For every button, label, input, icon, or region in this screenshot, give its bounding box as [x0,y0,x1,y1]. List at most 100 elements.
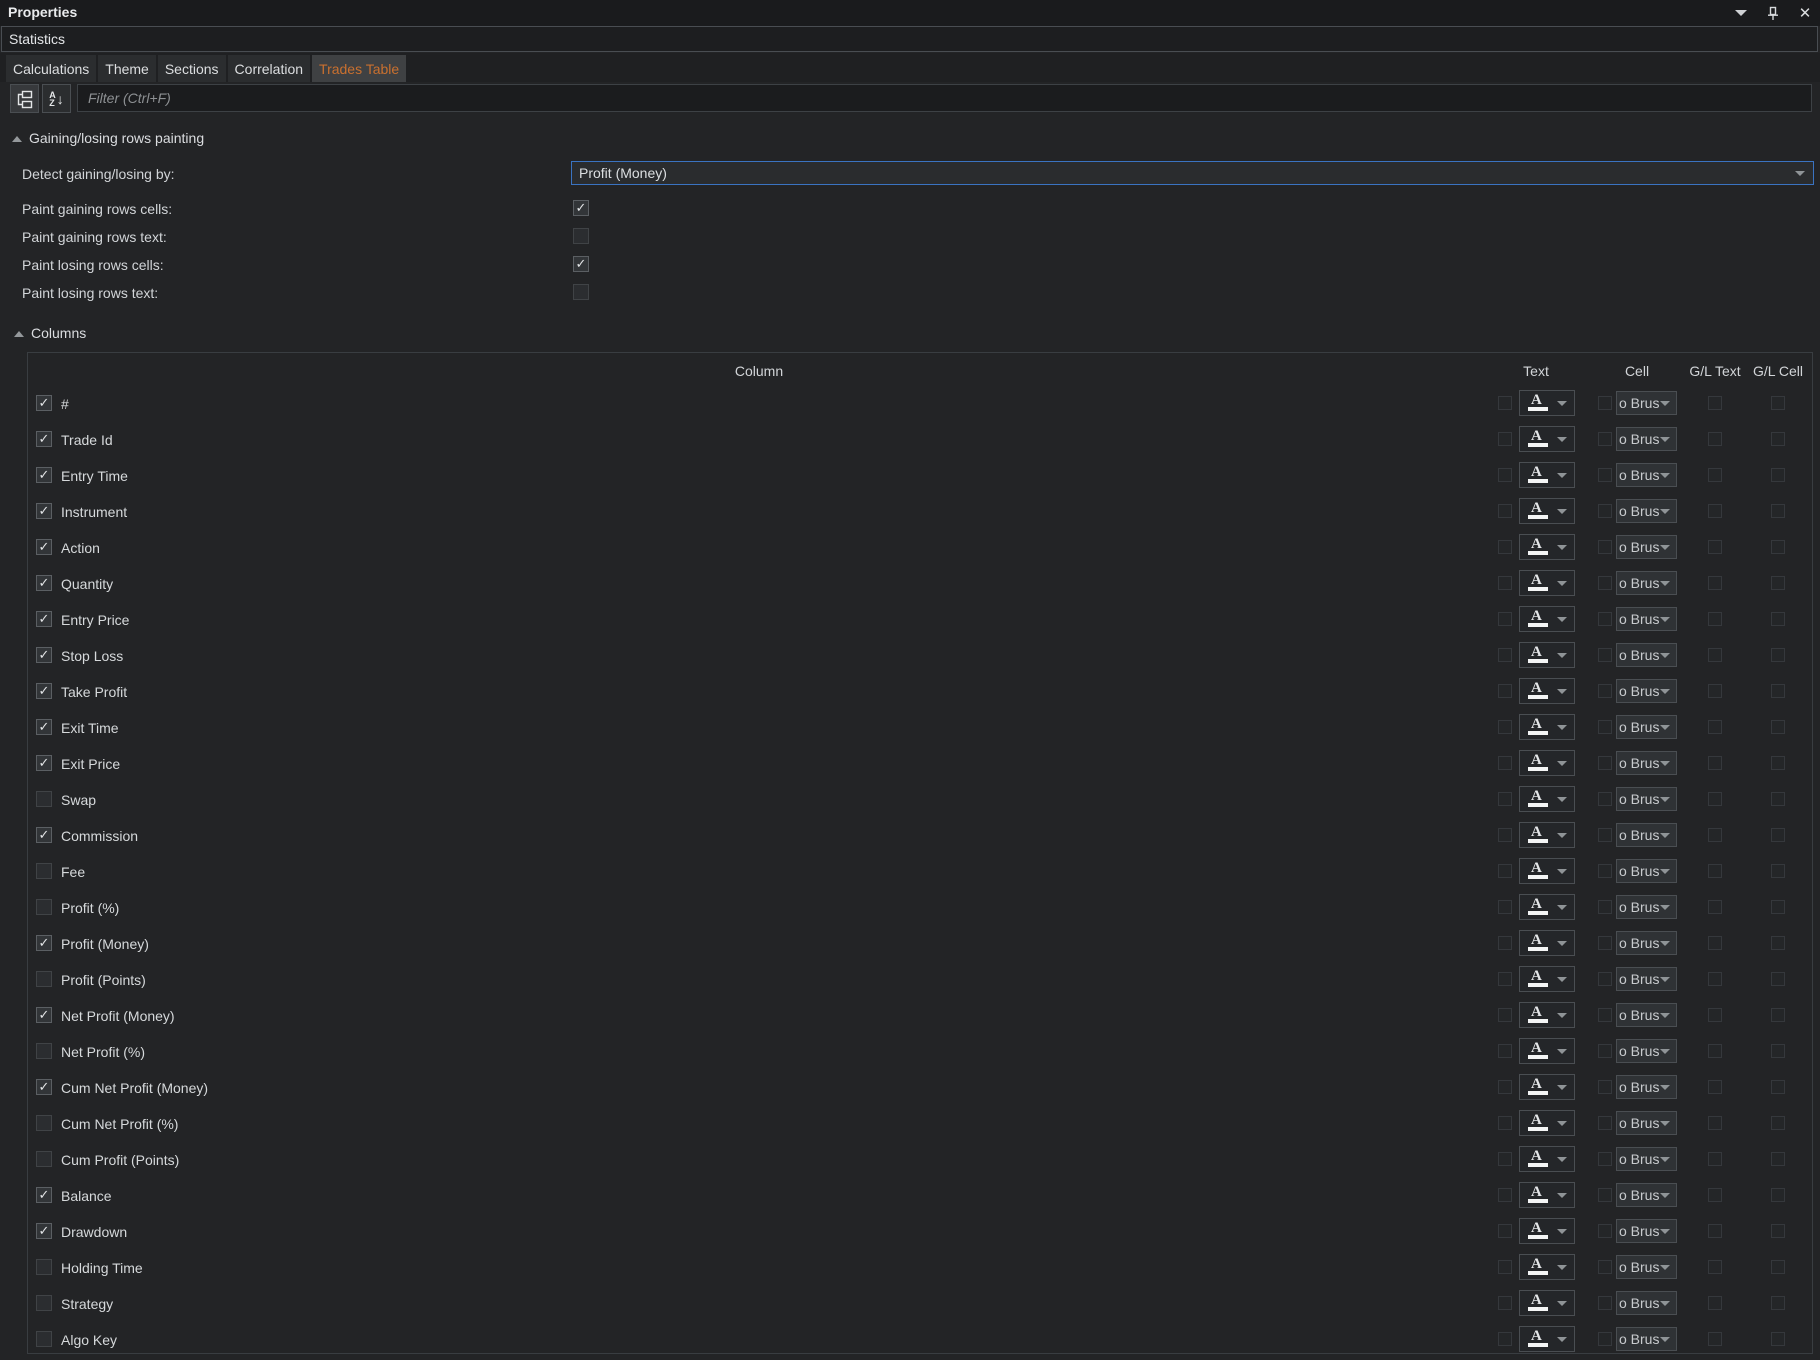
cell-brush-dropdown[interactable]: o Brus [1616,427,1677,451]
gl-text-checkbox[interactable] [1708,1296,1722,1310]
cell-brush-enable-checkbox[interactable] [1598,576,1612,590]
tab-calculations[interactable]: Calculations [6,55,96,82]
column-visible-checkbox[interactable]: ✓ [36,575,52,591]
column-visible-checkbox[interactable] [36,1115,52,1131]
column-visible-checkbox[interactable]: ✓ [36,503,52,519]
font-color-button[interactable]: A [1519,1110,1575,1136]
font-color-button[interactable]: A [1519,858,1575,884]
cell-brush-dropdown[interactable]: o Brus [1616,1255,1677,1279]
text-color-enable-checkbox[interactable] [1498,396,1512,410]
column-visible-checkbox[interactable]: ✓ [36,719,52,735]
cell-brush-enable-checkbox[interactable] [1598,432,1612,446]
gl-text-checkbox[interactable] [1708,1332,1722,1346]
gl-cell-checkbox[interactable] [1771,720,1785,734]
gl-text-checkbox[interactable] [1708,720,1722,734]
gl-text-checkbox[interactable] [1708,1008,1722,1022]
text-color-enable-checkbox[interactable] [1498,504,1512,518]
cell-brush-dropdown[interactable]: o Brus [1616,823,1677,847]
painting-property-checkbox[interactable]: ✓ [573,256,589,272]
column-visible-checkbox[interactable]: ✓ [36,467,52,483]
gl-text-checkbox[interactable] [1708,540,1722,554]
text-color-enable-checkbox[interactable] [1498,864,1512,878]
cell-brush-dropdown[interactable]: o Brus [1616,535,1677,559]
font-color-button[interactable]: A [1519,714,1575,740]
cell-brush-dropdown[interactable]: o Brus [1616,1219,1677,1243]
gl-text-checkbox[interactable] [1708,468,1722,482]
gl-cell-checkbox[interactable] [1771,468,1785,482]
cell-brush-enable-checkbox[interactable] [1598,720,1612,734]
cell-brush-enable-checkbox[interactable] [1598,936,1612,950]
gl-cell-checkbox[interactable] [1771,1116,1785,1130]
cell-brush-dropdown[interactable]: o Brus [1616,967,1677,991]
cell-brush-dropdown[interactable]: o Brus [1616,751,1677,775]
font-color-button[interactable]: A [1519,822,1575,848]
gl-text-checkbox[interactable] [1708,900,1722,914]
cell-brush-dropdown[interactable]: o Brus [1616,1075,1677,1099]
text-color-enable-checkbox[interactable] [1498,756,1512,770]
text-color-enable-checkbox[interactable] [1498,1116,1512,1130]
column-visible-checkbox[interactable]: ✓ [36,431,52,447]
panel-menu-button[interactable] [1730,3,1752,23]
cell-brush-enable-checkbox[interactable] [1598,648,1612,662]
cell-brush-enable-checkbox[interactable] [1598,1332,1612,1346]
column-visible-checkbox[interactable]: ✓ [36,539,52,555]
cell-brush-enable-checkbox[interactable] [1598,1008,1612,1022]
text-color-enable-checkbox[interactable] [1498,1080,1512,1094]
gl-text-checkbox[interactable] [1708,1116,1722,1130]
gl-cell-checkbox[interactable] [1771,1080,1785,1094]
column-visible-checkbox[interactable] [36,863,52,879]
gl-cell-checkbox[interactable] [1771,972,1785,986]
text-color-enable-checkbox[interactable] [1498,468,1512,482]
cell-brush-enable-checkbox[interactable] [1598,1188,1612,1202]
gl-cell-checkbox[interactable] [1771,756,1785,770]
font-color-button[interactable]: A [1519,606,1575,632]
font-color-button[interactable]: A [1519,786,1575,812]
font-color-button[interactable]: A [1519,1074,1575,1100]
gl-cell-checkbox[interactable] [1771,432,1785,446]
tab-theme[interactable]: Theme [98,55,156,82]
tab-sections[interactable]: Sections [158,55,226,82]
column-visible-checkbox[interactable]: ✓ [36,395,52,411]
column-visible-checkbox[interactable] [36,1259,52,1275]
gl-cell-checkbox[interactable] [1771,1188,1785,1202]
cell-brush-dropdown[interactable]: o Brus [1616,1183,1677,1207]
cell-brush-enable-checkbox[interactable] [1598,864,1612,878]
painting-property-checkbox[interactable] [573,228,589,244]
cell-brush-dropdown[interactable]: o Brus [1616,787,1677,811]
tab-correlation[interactable]: Correlation [228,55,310,82]
text-color-enable-checkbox[interactable] [1498,1296,1512,1310]
column-visible-checkbox[interactable]: ✓ [36,1187,52,1203]
cell-brush-dropdown[interactable]: o Brus [1616,1291,1677,1315]
gl-text-checkbox[interactable] [1708,1224,1722,1238]
gl-text-checkbox[interactable] [1708,612,1722,626]
gl-cell-checkbox[interactable] [1771,612,1785,626]
gl-text-checkbox[interactable] [1708,864,1722,878]
text-color-enable-checkbox[interactable] [1498,576,1512,590]
font-color-button[interactable]: A [1519,1326,1575,1352]
cell-brush-enable-checkbox[interactable] [1598,540,1612,554]
sort-alphabetical-button[interactable]: A Z ↓ [42,84,71,113]
cell-brush-enable-checkbox[interactable] [1598,1296,1612,1310]
gl-cell-checkbox[interactable] [1771,1008,1785,1022]
cell-brush-enable-checkbox[interactable] [1598,828,1612,842]
column-visible-checkbox[interactable] [36,971,52,987]
cell-brush-enable-checkbox[interactable] [1598,792,1612,806]
font-color-button[interactable]: A [1519,426,1575,452]
text-color-enable-checkbox[interactable] [1498,1044,1512,1058]
column-visible-checkbox[interactable] [36,899,52,915]
cell-brush-enable-checkbox[interactable] [1598,504,1612,518]
gl-text-checkbox[interactable] [1708,576,1722,590]
text-color-enable-checkbox[interactable] [1498,612,1512,626]
column-visible-checkbox[interactable]: ✓ [36,1007,52,1023]
column-visible-checkbox[interactable]: ✓ [36,935,52,951]
font-color-button[interactable]: A [1519,534,1575,560]
cell-brush-enable-checkbox[interactable] [1598,1224,1612,1238]
font-color-button[interactable]: A [1519,1038,1575,1064]
pin-button[interactable] [1762,3,1784,23]
text-color-enable-checkbox[interactable] [1498,1224,1512,1238]
cell-brush-enable-checkbox[interactable] [1598,396,1612,410]
gl-text-checkbox[interactable] [1708,1188,1722,1202]
font-color-button[interactable]: A [1519,1290,1575,1316]
gl-cell-checkbox[interactable] [1771,900,1785,914]
column-visible-checkbox[interactable]: ✓ [36,755,52,771]
